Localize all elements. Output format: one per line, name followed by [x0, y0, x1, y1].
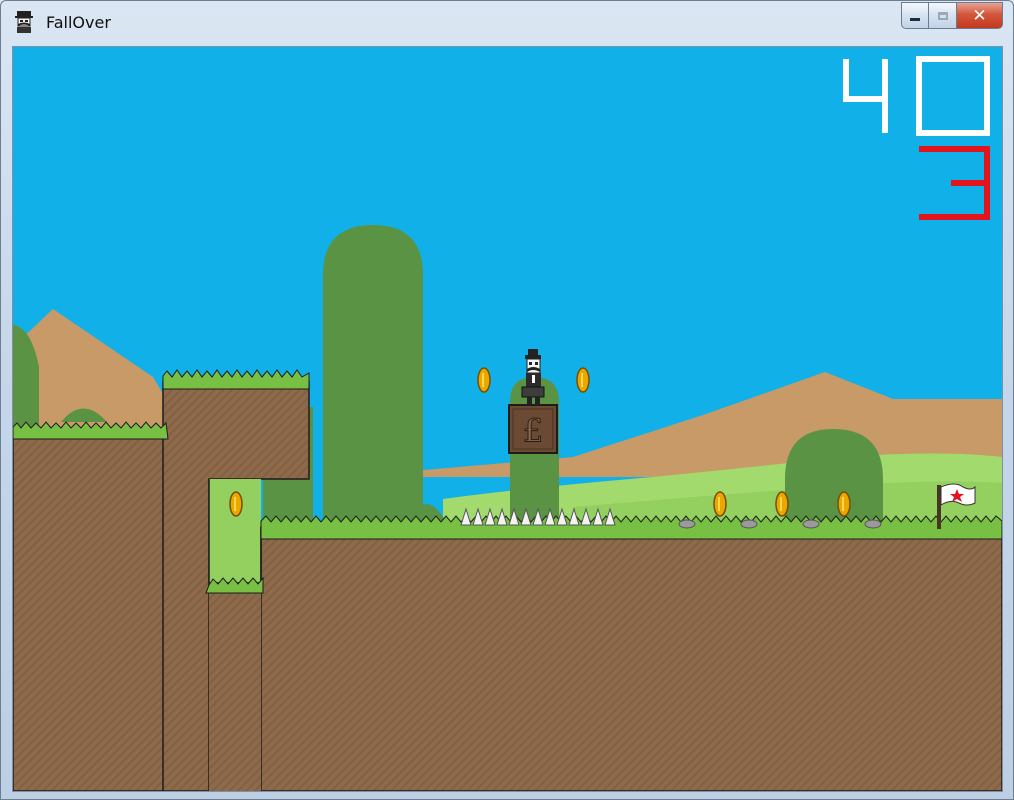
close-icon: ✕	[972, 5, 987, 26]
caption-buttons: ✕	[901, 2, 1003, 29]
mustache-man-icon	[12, 10, 36, 34]
coin	[477, 367, 491, 393]
minimize-button[interactable]	[901, 2, 929, 29]
minimize-icon	[910, 18, 920, 21]
close-button[interactable]: ✕	[957, 2, 1003, 29]
pound-block-label: £	[523, 412, 543, 450]
coin	[229, 491, 243, 517]
coin	[775, 491, 789, 517]
app-window: FallOver ✕ £	[0, 0, 1014, 800]
pound-block: £	[508, 404, 558, 454]
maximize-icon	[937, 11, 948, 20]
coin	[837, 491, 851, 517]
game-canvas[interactable]: £	[12, 46, 1003, 792]
title-bar[interactable]: FallOver ✕	[1, 1, 1013, 43]
maximize-button[interactable]	[929, 2, 957, 29]
coin	[576, 367, 590, 393]
window-title: FallOver	[46, 13, 111, 32]
coin	[713, 491, 727, 517]
